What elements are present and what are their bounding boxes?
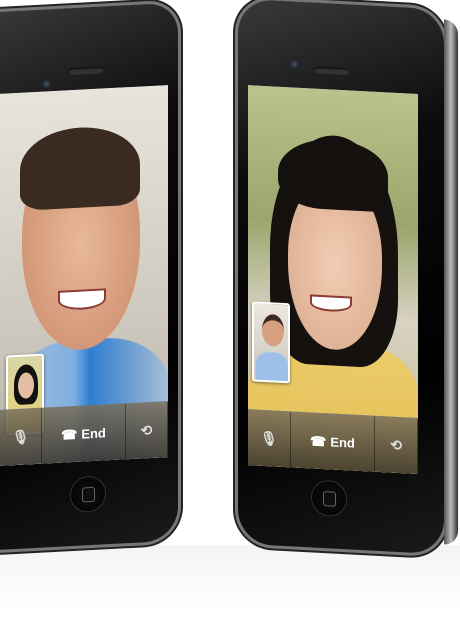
self-view-thumbnail <box>252 301 290 384</box>
home-button[interactable] <box>71 476 105 513</box>
earpiece-speaker <box>68 66 104 76</box>
front-camera <box>42 79 51 89</box>
facetime-screen: 🎙 ☎ End ⟲ <box>0 85 168 466</box>
call-control-bar: 🎙 ☎ End ⟲ <box>0 401 168 466</box>
switch-camera-button[interactable]: ⟲ <box>125 402 168 460</box>
camera-switch-icon: ⟲ <box>390 436 402 454</box>
call-control-bar: 🎙 ☎ End ⟲ <box>248 409 418 475</box>
camera-switch-icon: ⟲ <box>140 421 153 439</box>
phone-handset-icon: ☎ <box>61 426 78 443</box>
end-label: End <box>81 425 106 442</box>
right-phone: 🎙 ☎ End ⟲ <box>238 0 444 555</box>
front-camera <box>290 59 299 69</box>
switch-camera-button[interactable]: ⟲ <box>375 416 418 475</box>
home-button[interactable] <box>312 480 346 517</box>
microphone-mute-icon: 🎙 <box>259 429 278 447</box>
microphone-mute-icon: 🎙 <box>11 428 30 446</box>
end-label: End <box>330 434 355 451</box>
left-phone: 🎙 ☎ End ⟲ <box>0 2 178 552</box>
facetime-screen: 🎙 ☎ End ⟲ <box>248 85 418 475</box>
phone-handset-icon: ☎ <box>310 432 327 449</box>
end-call-button[interactable]: ☎ End <box>290 412 376 472</box>
end-call-button[interactable]: ☎ End <box>42 404 126 464</box>
mute-button[interactable]: 🎙 <box>248 410 291 468</box>
floor-reflection <box>0 545 460 617</box>
mute-button[interactable]: 🎙 <box>0 408 43 466</box>
earpiece-speaker <box>314 66 350 76</box>
